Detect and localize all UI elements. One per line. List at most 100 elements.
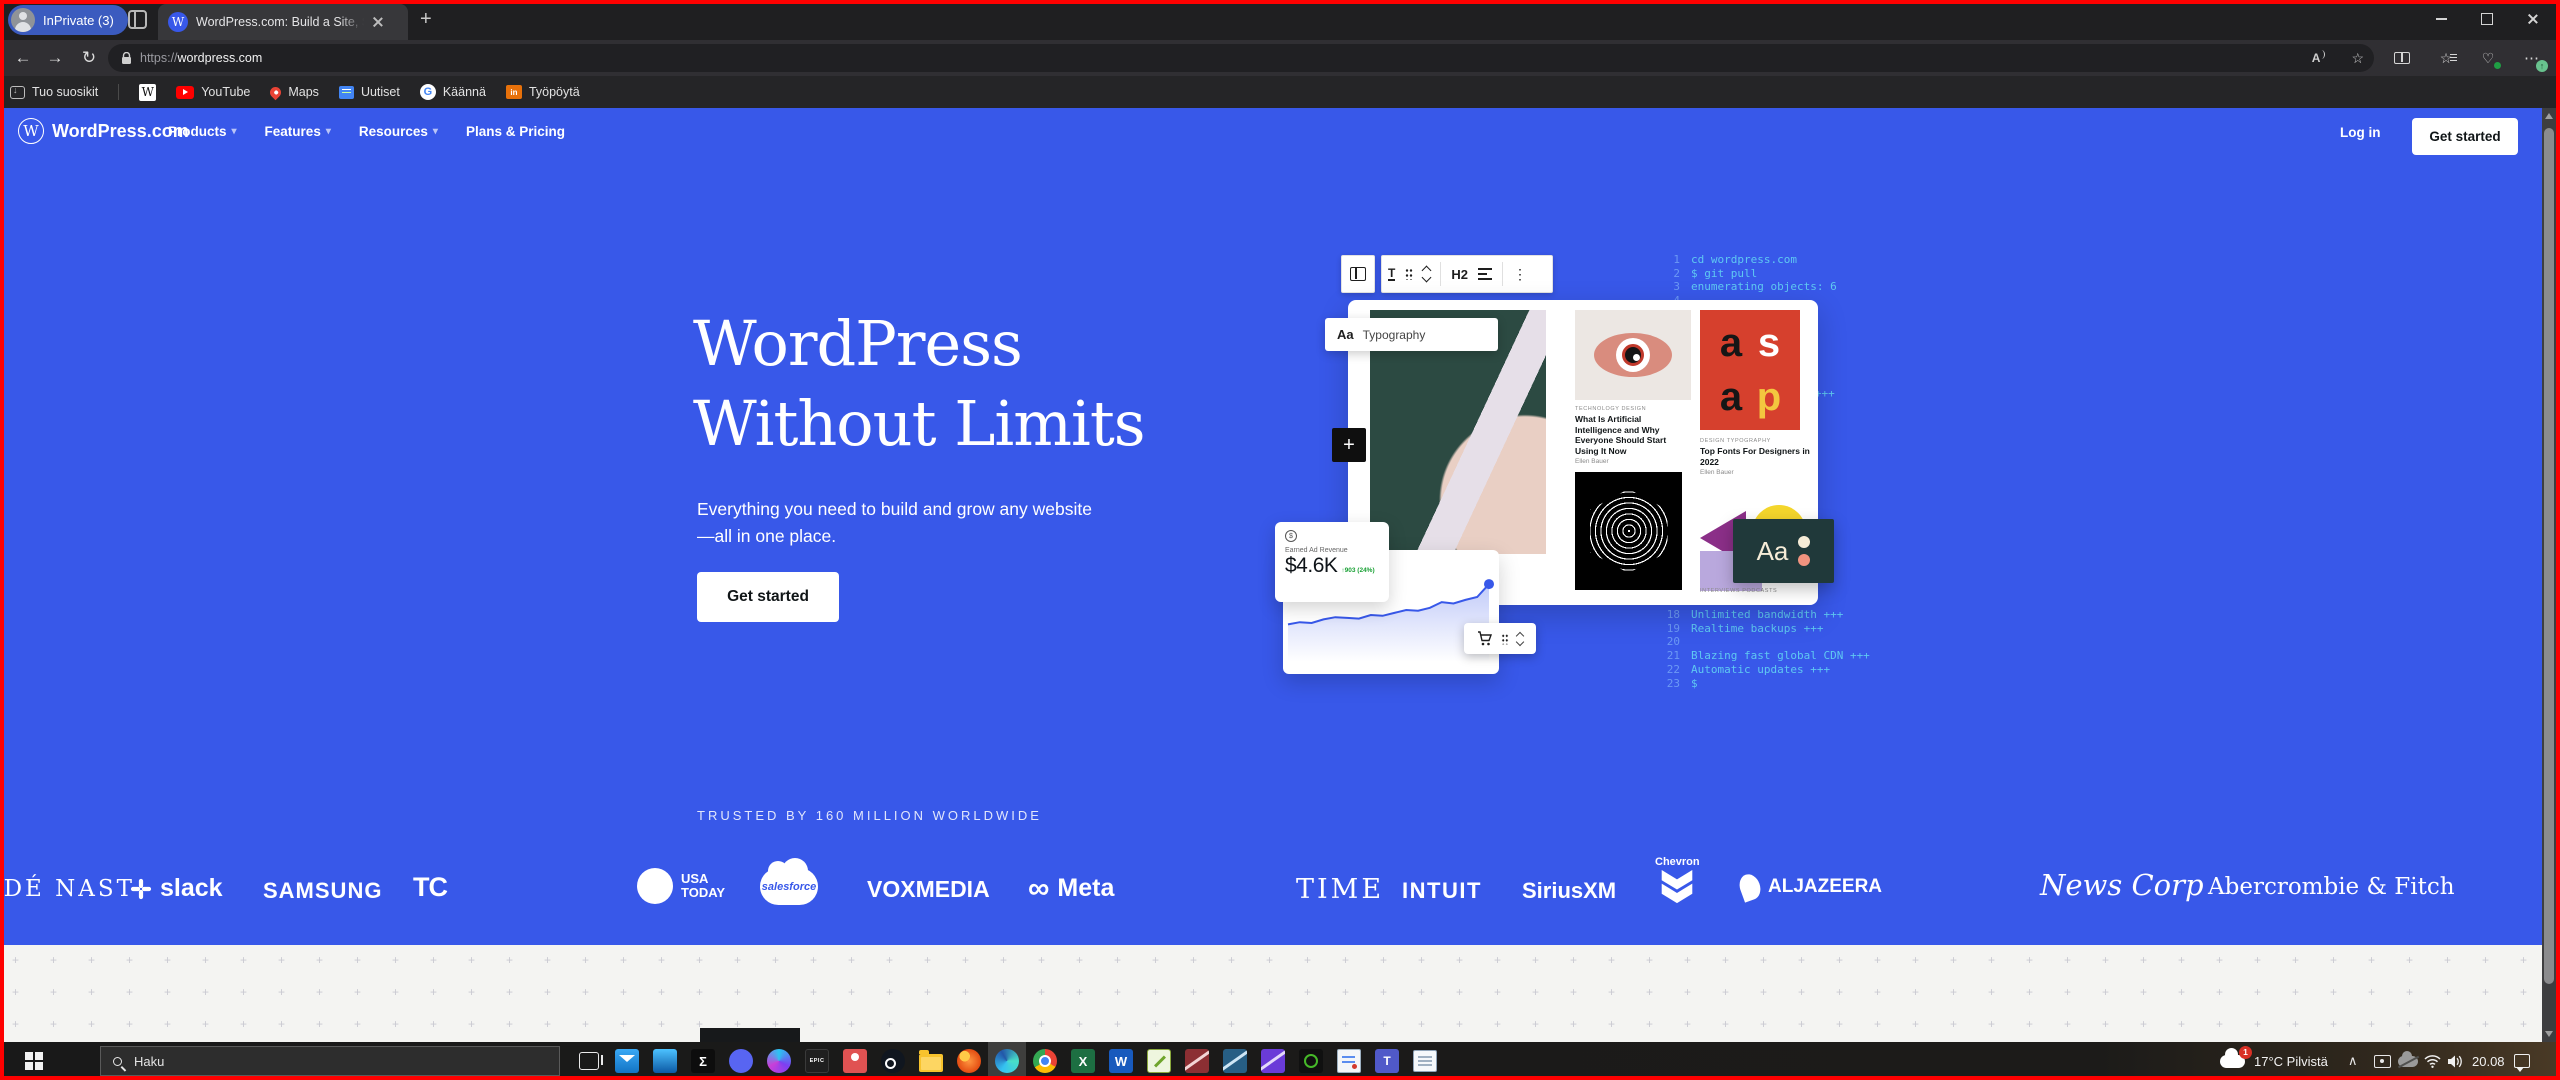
lock-icon (121, 52, 132, 65)
taskbar-search[interactable]: Haku (100, 1046, 560, 1076)
logo-time: TIME (1296, 874, 1384, 905)
forward-icon[interactable]: → (40, 40, 70, 76)
document-editor-app[interactable] (1330, 1042, 1368, 1080)
weather-widget[interactable]: 1 17°C Pilvistä (2220, 1042, 2328, 1080)
align-icon (1478, 268, 1492, 280)
nav-item[interactable]: Plans & Pricing (466, 124, 570, 139)
bookmark-youtube[interactable]: YouTube (176, 85, 250, 99)
logo-samsung: SAMSUNG (263, 878, 382, 904)
green-ring-app[interactable] (1292, 1042, 1330, 1080)
cast-icon[interactable] (2374, 1042, 2391, 1080)
favorites-bar-icon[interactable]: ☆ (2428, 40, 2464, 76)
article-teaser: DESIGN TYPOGRAPHY Top Fonts For Designer… (1700, 438, 1810, 476)
wordpress-logo[interactable]: W WordPress.com (18, 118, 189, 144)
inprivate-badge[interactable]: InPrivate (3) (8, 5, 128, 35)
epic-games[interactable]: EPIC (798, 1042, 836, 1080)
hero-get-started-button[interactable]: Get started (697, 572, 839, 622)
bookmark-desktop[interactable]: inTyöpöytä (506, 85, 580, 99)
active-tab[interactable]: W WordPress.com: Build a Site, Sell (158, 4, 408, 40)
microsoft-store[interactable] (646, 1042, 684, 1080)
address-bar[interactable]: https:// wordpress.com A ☆ (108, 44, 2374, 72)
table-block-icon (1350, 267, 1366, 281)
onedrive-icon[interactable] (2398, 1042, 2418, 1080)
bookmark-wikipedia[interactable]: W (139, 84, 156, 101)
volume-icon[interactable] (2448, 1042, 2464, 1080)
revenue-card: $ Earned Ad Revenue $4.6K ↑903 (24%) (1275, 522, 1389, 602)
page-bottom-element (700, 1028, 800, 1042)
microsoft-edge[interactable] (988, 1042, 1026, 1080)
discord[interactable] (722, 1042, 760, 1080)
block-inserter-toolbar (1341, 255, 1375, 293)
excel[interactable]: X (1064, 1042, 1102, 1080)
reload-icon[interactable]: ↻ (74, 40, 104, 76)
meta-infinity-icon: ∞ (1028, 876, 1049, 902)
bookmark-news[interactable]: Uutiset (339, 85, 400, 99)
task-view-button[interactable] (570, 1042, 608, 1080)
nav-item[interactable]: Resources▾ (359, 124, 438, 139)
wikipedia-icon: W (139, 84, 156, 101)
split-screen-icon[interactable] (2384, 40, 2420, 76)
chrome[interactable] (1026, 1042, 1064, 1080)
logo-usa-today: USATODAY (637, 868, 725, 904)
tab-close-icon[interactable] (372, 16, 384, 28)
salesforce-cloud-icon: salesforce (760, 868, 818, 905)
settings-menu-icon[interactable]: ⋯↑ (2514, 40, 2550, 76)
nav-item[interactable]: Products▾ (168, 124, 237, 139)
sigma-app[interactable]: Σ (684, 1042, 722, 1080)
affinity-designer[interactable] (1178, 1042, 1216, 1080)
file-explorer[interactable] (912, 1042, 950, 1080)
window-close-button[interactable] (2510, 0, 2556, 38)
teams[interactable]: T (1368, 1042, 1406, 1080)
hidden-icons-chevron[interactable]: ∧ (2348, 1042, 2358, 1080)
typography-pill: Aa Typography (1325, 318, 1498, 351)
scroll-up-icon[interactable] (2545, 113, 2553, 119)
back-icon[interactable]: ← (8, 40, 38, 76)
youtube-icon (176, 86, 194, 99)
word[interactable]: W (1102, 1042, 1140, 1080)
start-button[interactable] (10, 1042, 58, 1080)
screen: InPrivate (3) W WordPress.com: Build a S… (0, 0, 2560, 1080)
dollar-icon: $ (1285, 530, 1297, 542)
header-get-started-button[interactable]: Get started (2412, 118, 2518, 155)
block-toolbar: T H2 ⋮ (1381, 255, 1553, 293)
news-icon (339, 86, 354, 99)
affinity-publisher[interactable] (1216, 1042, 1254, 1080)
al-jazeera-calligraphy-icon (1736, 871, 1764, 902)
add-favorite-icon[interactable]: ☆ (2351, 50, 2364, 67)
window-maximize-button[interactable] (2464, 0, 2510, 38)
code-block-bottom: 18Unlimited bandwidth +++19Realtime back… (1662, 608, 1870, 690)
commerce-mini-toolbar (1464, 623, 1536, 654)
notepad[interactable] (1406, 1042, 1444, 1080)
nav-item[interactable]: Features▾ (265, 124, 331, 139)
url-host: wordpress.com (178, 51, 263, 65)
browser-scrollbar[interactable] (2542, 108, 2556, 1042)
read-aloud-icon[interactable]: A (2312, 51, 2326, 65)
wordpress-favicon-icon: W (168, 12, 188, 32)
logo-siriusxm: SiriusXM (1522, 878, 1616, 904)
new-tab-button[interactable]: + (420, 8, 432, 31)
affinity-photo[interactable] (1254, 1042, 1292, 1080)
hero-subtitle: Everything you need to build and grow an… (697, 496, 1092, 550)
login-link[interactable]: Log in (2340, 125, 2381, 140)
bookmark-translate[interactable]: GKäännä (420, 84, 486, 100)
heading-level-button: H2 (1451, 267, 1468, 282)
clock[interactable]: 20.08 (2472, 1042, 2505, 1080)
bookmark-maps[interactable]: Maps (270, 85, 319, 99)
firefox[interactable] (950, 1042, 988, 1080)
window-minimize-button[interactable] (2418, 0, 2464, 38)
scroll-down-icon[interactable] (2545, 1031, 2553, 1037)
move-up-down-icon (1517, 633, 1523, 645)
steam[interactable] (874, 1042, 912, 1080)
profile-avatar-icon (11, 8, 35, 32)
browser-essentials-icon[interactable]: ♡ (2470, 40, 2506, 76)
media-swirl-app[interactable] (760, 1042, 798, 1080)
bookmark-import-favorites[interactable]: Tuo suosikit (10, 85, 98, 99)
mail-app[interactable] (608, 1042, 646, 1080)
workspaces-icon[interactable] (128, 10, 147, 29)
notepad-plus-plus[interactable] (1140, 1042, 1178, 1080)
action-center-icon[interactable] (2514, 1042, 2530, 1080)
maps-pin-icon (268, 84, 284, 100)
red-app[interactable] (836, 1042, 874, 1080)
wifi-icon[interactable] (2424, 1042, 2441, 1080)
scrollbar-thumb[interactable] (2544, 128, 2554, 984)
